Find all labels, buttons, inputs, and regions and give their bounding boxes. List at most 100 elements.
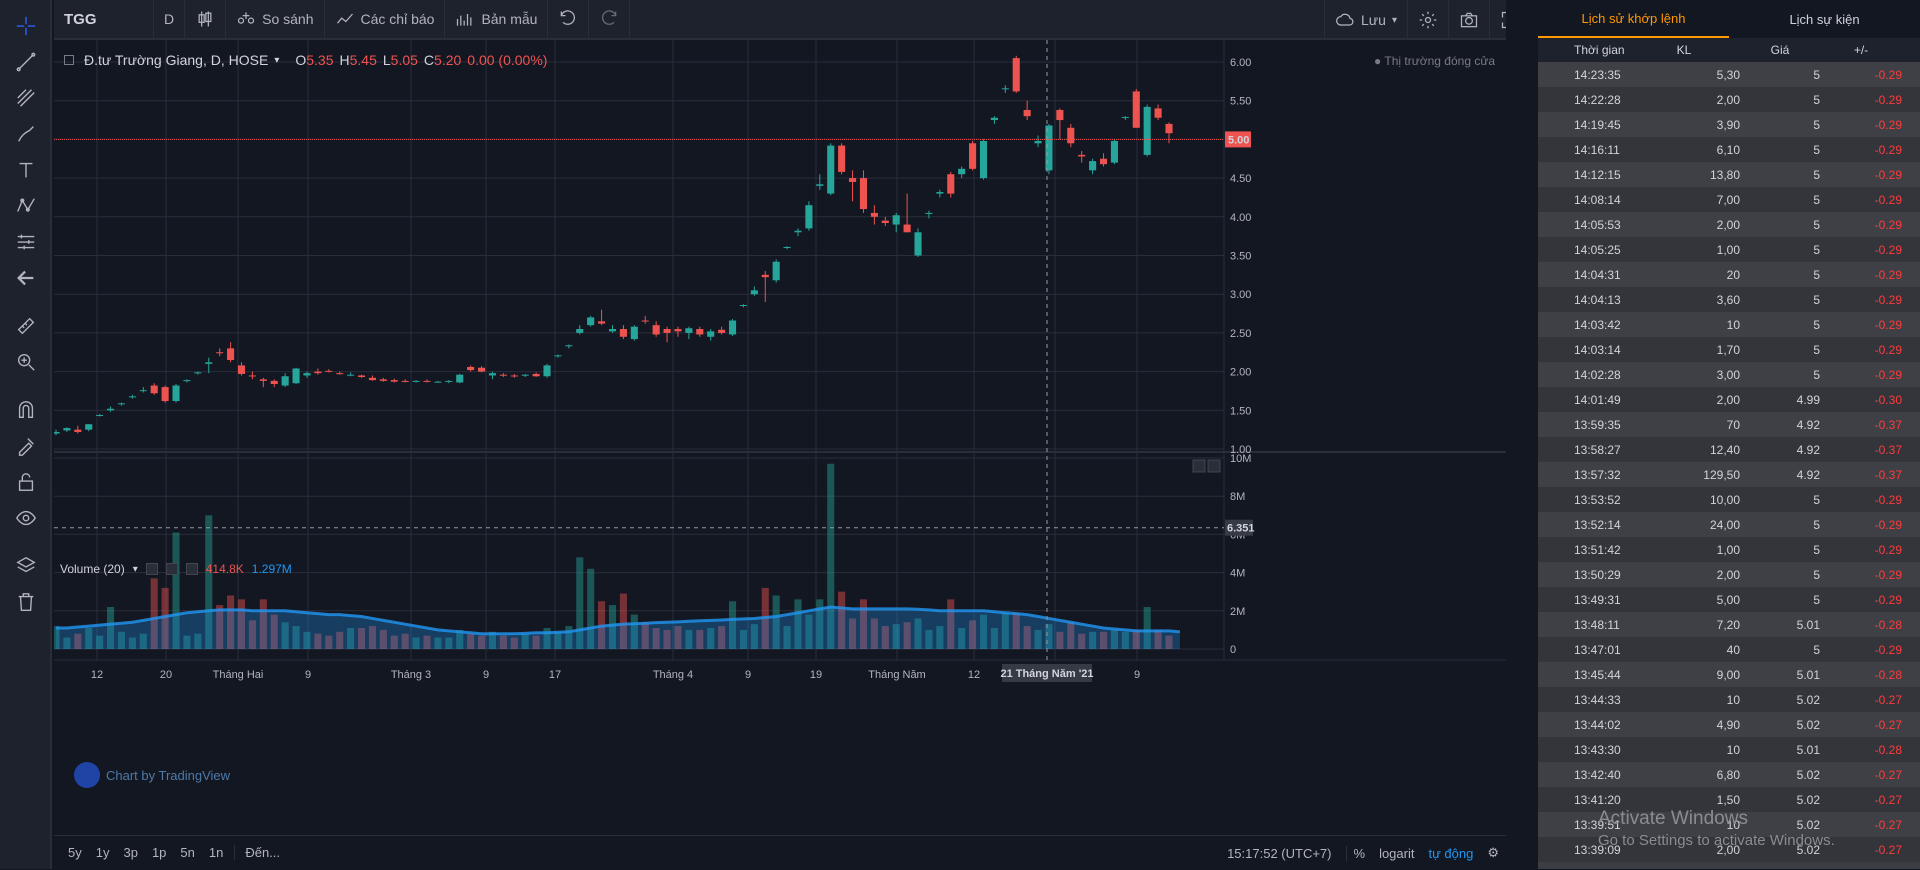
trend-line-icon[interactable]: [12, 48, 40, 76]
candle[interactable]: [248, 375, 256, 377]
symbol-search[interactable]: TGG: [54, 0, 154, 39]
candle[interactable]: [674, 329, 682, 332]
candle[interactable]: [1165, 123, 1173, 134]
header-change[interactable]: +/-: [1820, 43, 1910, 57]
candle[interactable]: [401, 380, 409, 382]
tradingview-watermark[interactable]: Chart by TradingView: [74, 762, 230, 788]
candle[interactable]: [1143, 106, 1151, 155]
brush-icon[interactable]: [12, 120, 40, 148]
candle[interactable]: [1110, 140, 1118, 163]
candle[interactable]: [925, 212, 933, 214]
candle[interactable]: [205, 362, 213, 364]
candle[interactable]: [979, 140, 988, 179]
candle[interactable]: [488, 373, 497, 376]
candle[interactable]: [336, 373, 344, 375]
range-3m[interactable]: 3p: [116, 845, 144, 860]
range-5y[interactable]: 5y: [54, 845, 89, 860]
candle[interactable]: [1067, 127, 1075, 144]
candle[interactable]: [772, 261, 780, 281]
candle[interactable]: [728, 320, 737, 335]
candle[interactable]: [96, 414, 104, 416]
percent-toggle[interactable]: %: [1345, 845, 1373, 861]
candle[interactable]: [216, 352, 224, 354]
text-tool-icon[interactable]: [12, 156, 40, 184]
candle[interactable]: [761, 274, 769, 278]
candle[interactable]: [423, 380, 431, 382]
settings-button[interactable]: [1408, 0, 1449, 40]
candle[interactable]: [641, 320, 649, 322]
candle[interactable]: [161, 387, 169, 402]
prediction-tool-icon[interactable]: [12, 228, 40, 256]
candle[interactable]: [227, 348, 235, 360]
candle[interactable]: [1045, 125, 1053, 171]
candle[interactable]: [194, 372, 202, 374]
candle[interactable]: [510, 375, 518, 377]
candle[interactable]: [117, 403, 126, 405]
candle[interactable]: [357, 375, 366, 378]
auto-scale-toggle[interactable]: tự động: [1421, 846, 1480, 861]
candle[interactable]: [63, 428, 71, 431]
candle[interactable]: [543, 365, 551, 377]
candle[interactable]: [1012, 58, 1020, 92]
clock[interactable]: 15:17:52 (UTC+7): [1220, 846, 1345, 861]
chart-type-button[interactable]: [185, 0, 227, 39]
candle[interactable]: [663, 329, 671, 333]
ruler-icon[interactable]: [12, 312, 40, 340]
candle[interactable]: [1056, 109, 1064, 121]
candle[interactable]: [445, 380, 453, 382]
chevron-down-icon[interactable]: ▾: [274, 55, 279, 66]
range-1y[interactable]: 1y: [89, 845, 117, 860]
range-1m[interactable]: 1p: [145, 845, 173, 860]
candle[interactable]: [237, 365, 246, 374]
header-time[interactable]: Thời gian: [1538, 43, 1628, 57]
candle[interactable]: [467, 366, 475, 371]
interval-button[interactable]: D: [154, 0, 186, 39]
candle[interactable]: [1132, 91, 1140, 128]
candle[interactable]: [368, 377, 376, 381]
lock-icon[interactable]: [12, 468, 40, 496]
candle[interactable]: [1034, 140, 1042, 144]
legend-title[interactable]: Đ.tư Trường Giang, D, HOSE: [84, 52, 268, 68]
candle[interactable]: [969, 143, 977, 169]
candle[interactable]: [816, 184, 824, 186]
candle[interactable]: [303, 373, 311, 376]
range-1d[interactable]: 1n: [202, 845, 230, 860]
candle[interactable]: [619, 329, 627, 337]
candle[interactable]: [805, 205, 813, 229]
candle[interactable]: [1078, 154, 1086, 157]
candle[interactable]: [870, 212, 878, 217]
back-arrow-icon[interactable]: [12, 264, 40, 292]
candle[interactable]: [696, 329, 704, 335]
candle[interactable]: [412, 380, 420, 382]
candle[interactable]: [554, 355, 562, 357]
candle[interactable]: [739, 305, 747, 307]
candle[interactable]: [259, 379, 267, 381]
log-toggle[interactable]: logarit: [1372, 846, 1421, 861]
magnet-icon[interactable]: [12, 396, 40, 424]
candle[interactable]: [783, 246, 791, 248]
tab-trade-history[interactable]: Lịch sử khớp lệnh: [1538, 0, 1729, 38]
candle[interactable]: [325, 370, 333, 372]
candle[interactable]: [379, 379, 387, 381]
pattern-tool-icon[interactable]: [12, 192, 40, 220]
candle[interactable]: [838, 145, 846, 172]
candle[interactable]: [292, 368, 300, 384]
candle[interactable]: [892, 215, 900, 225]
candle[interactable]: [1099, 158, 1108, 165]
candle[interactable]: [139, 390, 147, 392]
candle[interactable]: [499, 374, 507, 376]
candle[interactable]: [990, 117, 998, 121]
chart-area[interactable]: 6.00 5.50 5.00 4.50 4.00 3.50 3.00 2.50 2.00 1.50…: [54, 40, 1506, 840]
candle[interactable]: [1001, 88, 1009, 90]
candle[interactable]: [881, 220, 889, 223]
settings-small-icon[interactable]: [165, 563, 178, 575]
candle[interactable]: [74, 429, 82, 432]
candle[interactable]: [630, 326, 638, 340]
eye-icon[interactable]: [12, 504, 40, 532]
candle[interactable]: [598, 321, 606, 324]
candle[interactable]: [150, 385, 158, 394]
panel-separator[interactable]: [1506, 0, 1538, 869]
candle[interactable]: [903, 224, 911, 233]
candle[interactable]: [107, 408, 115, 411]
layers-icon[interactable]: [12, 552, 40, 580]
